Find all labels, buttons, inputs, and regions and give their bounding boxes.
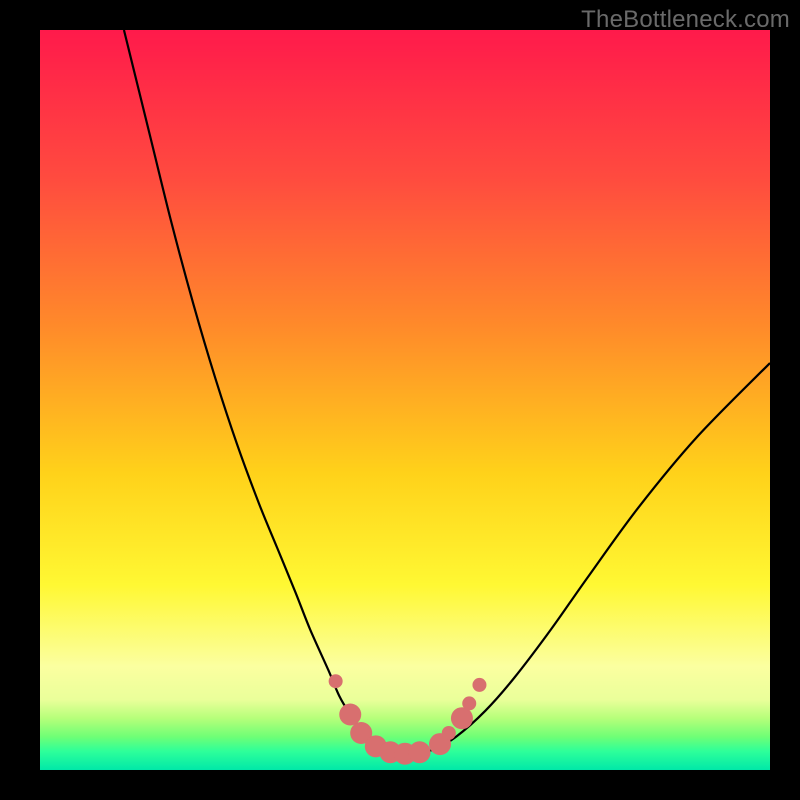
curve-marker bbox=[442, 726, 456, 740]
bottleneck-chart bbox=[0, 0, 800, 800]
watermark-text: TheBottleneck.com bbox=[581, 6, 790, 34]
curve-marker bbox=[451, 707, 473, 729]
curve-marker bbox=[462, 696, 476, 710]
curve-marker bbox=[329, 674, 343, 688]
curve-marker bbox=[409, 741, 431, 763]
chart-frame: { "watermark": "TheBottleneck.com", "plo… bbox=[0, 0, 800, 800]
curve-marker bbox=[339, 704, 361, 726]
curve-marker bbox=[472, 678, 486, 692]
plot-background bbox=[40, 30, 770, 770]
